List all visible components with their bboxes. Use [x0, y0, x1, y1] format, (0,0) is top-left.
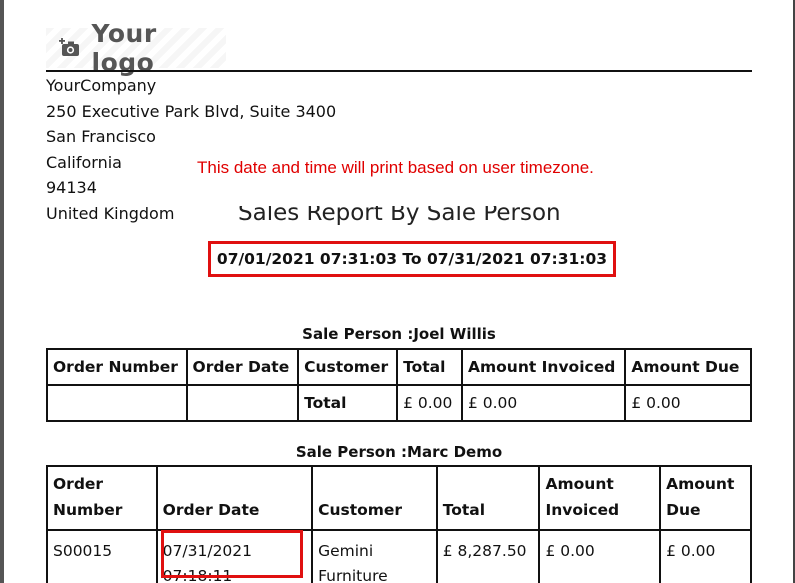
amount-due: £ 0.00	[659, 529, 752, 583]
total-due: £ 0.00	[624, 384, 752, 422]
table-row: S00015 07/31/2021 07:18:11 Gemini Furnit…	[46, 529, 752, 583]
camera-plus-icon	[58, 36, 82, 60]
column-header: Total	[435, 465, 541, 531]
table-header-row: Order Number Order Date Customer Total A…	[46, 348, 752, 386]
column-header: Amount Invoiced	[538, 465, 662, 531]
company-address: YourCompany 250 Executive Park Blvd, Sui…	[46, 73, 336, 226]
date-range-box: 07/01/2021 07:31:03 To 07/31/2021 07:31:…	[208, 241, 616, 277]
company-zip: 94134	[46, 178, 97, 197]
table-cell	[185, 384, 300, 422]
table-cell	[46, 384, 188, 422]
sale-person-name: Marc Demo	[407, 443, 503, 461]
company-name: YourCompany	[46, 76, 157, 95]
company-city: San Francisco	[46, 127, 156, 146]
total-label: Total	[297, 384, 399, 422]
company-street: 250 Executive Park Blvd, Suite 3400	[46, 101, 337, 121]
sale-person-label: Sale Person :	[295, 443, 408, 461]
column-header: Amount Due	[659, 465, 752, 531]
sale-person-label: Sale Person :	[302, 325, 414, 343]
customer: Gemini Furniture	[311, 529, 438, 583]
column-header: Amount Due	[624, 348, 752, 386]
column-header: Customer	[297, 348, 399, 386]
header-divider	[46, 70, 752, 72]
company-logo: Your logo	[46, 19, 226, 77]
order-date-highlight	[161, 530, 303, 578]
column-header: Total	[396, 348, 463, 386]
column-header: Order Date	[155, 465, 314, 531]
sale-person-heading: Sale Person :Marc Demo	[46, 443, 752, 461]
report-title-text: Sales Report By Sale Person	[238, 206, 561, 226]
column-header: Customer	[311, 465, 438, 531]
table-header-row: Order Number Order Date Customer Total A…	[46, 465, 752, 531]
sales-table: Order Number Order Date Customer Total A…	[46, 465, 752, 583]
logo-text: Your logo	[91, 19, 157, 77]
amount-invoiced: £ 0.00	[538, 529, 662, 583]
total-row: Total £ 0.00 £ 0.00 £ 0.00	[46, 384, 752, 422]
sale-person-heading: Sale Person :Joel Willis	[46, 325, 752, 343]
total-amount: £ 0.00	[396, 384, 463, 422]
column-header: Amount Invoiced	[460, 348, 627, 386]
total-invoiced: £ 0.00	[460, 384, 627, 422]
sales-table: Order Number Order Date Customer Total A…	[46, 348, 752, 422]
date-range: 07/01/2021 07:31:03 To 07/31/2021 07:31:…	[216, 250, 608, 268]
page-left-edge	[0, 0, 4, 583]
order-total: £ 8,287.50	[435, 529, 541, 583]
order-number: S00015	[46, 529, 158, 583]
timezone-note: This date and time will print based on u…	[197, 158, 594, 177]
sale-person-name: Joel Willis	[413, 325, 496, 343]
column-header: Order Number	[46, 465, 158, 531]
report-title: Sales Report By Sale Person	[238, 206, 578, 228]
column-header: Order Number	[46, 348, 188, 386]
column-header: Order Date	[185, 348, 300, 386]
